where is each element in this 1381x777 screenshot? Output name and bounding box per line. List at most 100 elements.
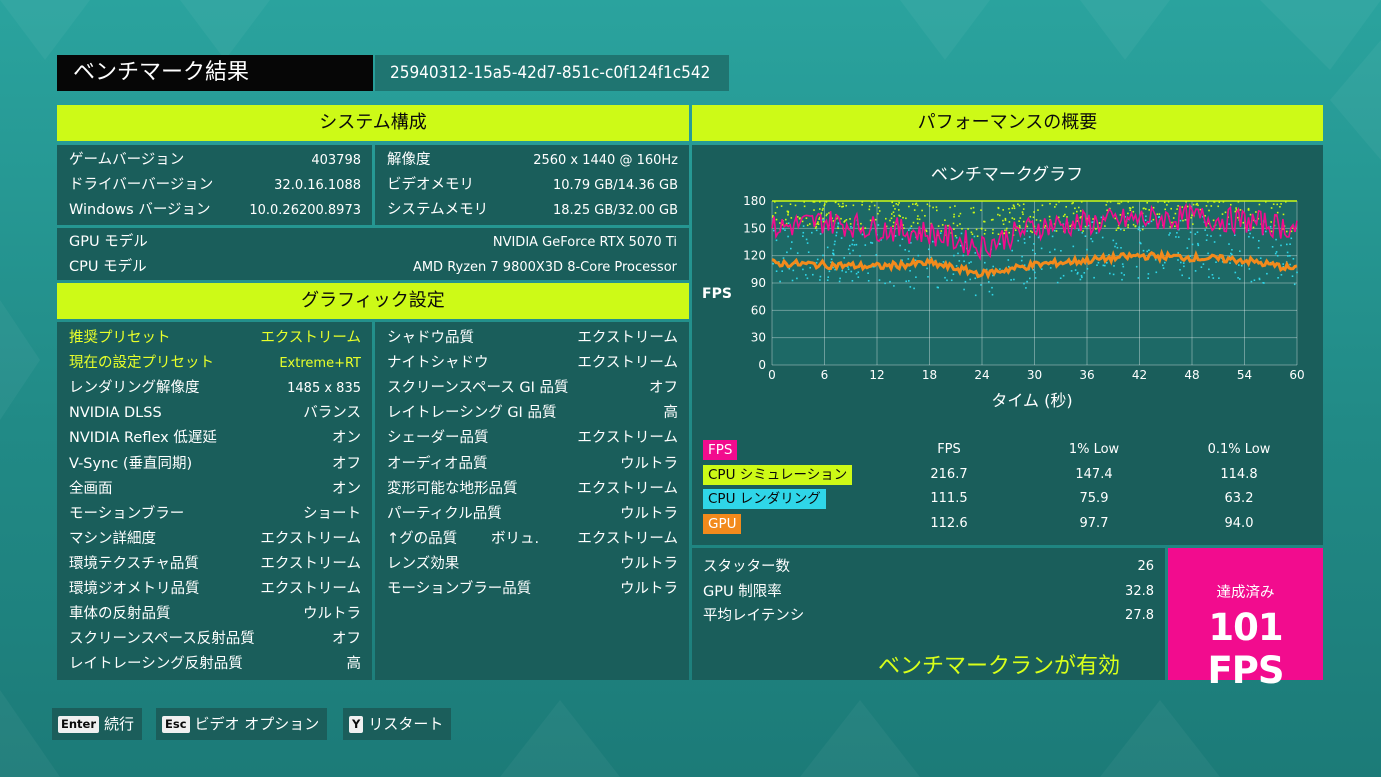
series-point — [843, 257, 845, 259]
series-point — [997, 213, 999, 216]
series-point — [861, 204, 863, 206]
series-point — [779, 222, 781, 224]
series-point — [1048, 215, 1051, 218]
series-point — [1179, 269, 1181, 271]
series-point — [840, 217, 842, 220]
series-point — [1072, 202, 1074, 204]
series-point — [774, 212, 777, 214]
series-point — [1291, 275, 1294, 277]
series-point — [1282, 213, 1285, 216]
series-point — [1186, 205, 1189, 208]
series-point — [1185, 201, 1187, 203]
series-point — [893, 215, 895, 217]
series-point — [1074, 269, 1077, 271]
series-point — [864, 227, 867, 229]
series-point — [819, 275, 822, 278]
series-point — [1021, 255, 1023, 258]
series-point — [807, 251, 810, 253]
series-point — [1121, 263, 1124, 265]
extra-label: 平均レイテンシ — [703, 608, 805, 624]
series-point — [1188, 238, 1190, 240]
series-point — [908, 205, 910, 208]
series-point — [1202, 263, 1205, 265]
stats-header-low01: 0.1% Low — [1207, 442, 1271, 457]
series-point — [1080, 201, 1083, 203]
series-point — [1277, 277, 1279, 279]
series-point — [869, 219, 872, 222]
series-point — [944, 219, 946, 221]
series-point — [891, 213, 893, 215]
series-point — [969, 278, 971, 281]
series-point — [802, 268, 804, 271]
series-point — [1013, 207, 1016, 210]
series-point — [1206, 234, 1209, 236]
series-point — [1090, 238, 1092, 240]
series-point — [1235, 207, 1237, 209]
series-point — [839, 277, 841, 280]
series-point — [801, 220, 804, 223]
series-point — [1022, 208, 1025, 210]
series-point — [815, 229, 818, 232]
video-options-button[interactable]: Esc ビデオ オプション — [156, 708, 328, 740]
stat-fps: 111.5 — [930, 491, 968, 506]
series-point — [908, 229, 910, 231]
series-point — [1081, 276, 1083, 279]
continue-button[interactable]: Enter 続行 — [52, 708, 143, 740]
series-point — [894, 208, 896, 210]
series-point — [983, 233, 986, 235]
series-point — [857, 276, 860, 278]
series-point — [840, 237, 843, 239]
series-point — [991, 286, 993, 289]
series-point — [1194, 270, 1197, 272]
series-point — [1250, 280, 1253, 283]
stat-low01: 63.2 — [1224, 491, 1254, 506]
series-point — [959, 244, 962, 247]
series-point — [787, 235, 789, 238]
series-point — [1146, 250, 1148, 253]
stat-low01: 114.8 — [1220, 466, 1258, 482]
series-point — [796, 252, 799, 254]
series-point — [1208, 276, 1210, 278]
series-point — [1263, 282, 1265, 284]
series-point — [1014, 229, 1017, 231]
extra-value: 32.8 — [1125, 583, 1154, 599]
series-point — [1065, 206, 1067, 208]
series-point — [899, 244, 901, 247]
series-point — [1007, 259, 1010, 261]
series-point — [1011, 217, 1014, 219]
series-point — [1189, 231, 1192, 234]
series-point — [1258, 240, 1260, 242]
series-point — [1084, 225, 1087, 228]
series-point — [1051, 235, 1054, 238]
series-point — [1139, 229, 1141, 232]
series-point — [812, 201, 815, 203]
series-point — [1112, 273, 1115, 276]
series-point — [1132, 210, 1135, 213]
series-point — [1091, 240, 1094, 243]
series-point — [822, 220, 825, 223]
series-point — [1272, 203, 1275, 205]
series-point — [912, 203, 914, 205]
series-point — [791, 279, 794, 282]
series-point — [959, 212, 962, 215]
series-point — [1002, 223, 1005, 225]
series-point — [1055, 203, 1058, 206]
series-point — [1191, 243, 1194, 246]
series-point — [861, 233, 864, 236]
restart-button[interactable]: Y リスタート — [343, 708, 452, 740]
series-point — [1257, 247, 1260, 249]
series-point — [910, 225, 913, 227]
series-point — [1258, 203, 1261, 206]
series-point — [845, 204, 847, 207]
series-point — [912, 221, 915, 224]
series-point — [790, 217, 793, 219]
series-point — [1112, 239, 1115, 242]
series-point — [837, 203, 840, 205]
series-point — [1139, 241, 1141, 244]
series-point — [1157, 216, 1160, 218]
series-point — [1011, 207, 1014, 210]
series-point — [941, 224, 944, 226]
series-point — [885, 217, 887, 220]
extra-value: 27.8 — [1125, 608, 1154, 623]
series-point — [999, 268, 1001, 270]
